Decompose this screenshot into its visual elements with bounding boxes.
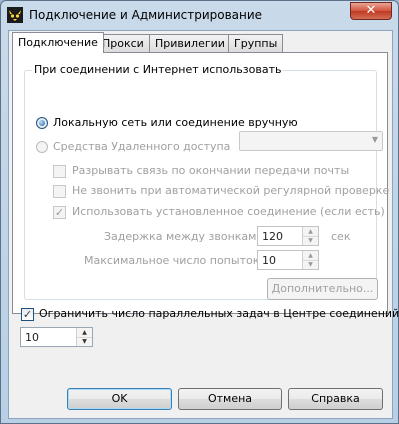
radio-dialup-label[interactable]: Средства Удаленного доступа [53,140,230,153]
radio-lan[interactable] [36,117,48,129]
tab-label: Группы [234,37,278,50]
tab-proxy[interactable]: Прокси [96,34,150,52]
checkmark-icon: ✓ [54,206,65,219]
attempts-stepper[interactable]: 10 ▲ ▼ [257,250,319,270]
group-title: При соединении с Интернет использовать [32,63,284,76]
checkbox-limit-tasks[interactable]: ✓ [21,308,34,321]
dialog-client-area: Подключение Прокси Привилегии Группы При… [8,30,399,419]
tab-groups[interactable]: Группы [228,34,284,52]
dialog-window: Подключение и Администрирование ✕ Подклю… [0,0,399,424]
checkbox-limit-tasks-label[interactable]: Ограничить число параллельных задач в Це… [39,307,399,320]
checkbox-hangup[interactable] [53,165,66,178]
help-button[interactable]: Справка [288,388,383,410]
tab-label: Подключение [18,36,98,49]
delay-label: Задержка между звонками: [104,230,268,243]
stepper-down-icon[interactable]: ▼ [303,236,318,245]
tasks-stepper[interactable]: 10 ▲ ▼ [20,327,93,347]
checkbox-nodial-label[interactable]: Не звонить при автоматической регулярной… [72,184,389,197]
close-button[interactable]: ✕ [350,2,392,20]
connection-tab-panel: При соединении с Интернет использовать Л… [12,52,389,314]
checkbox-hangup-label[interactable]: Разрывать связь по окончании передачи по… [72,164,349,177]
title-bar[interactable]: Подключение и Администрирование ✕ [1,1,398,29]
delay-stepper[interactable]: 120 ▲ ▼ [257,226,319,246]
attempts-label: Максимальное число попыток: [84,254,264,267]
tab-label: Привилегии [155,37,225,50]
delay-value: 120 [262,230,283,243]
tasks-value: 10 [25,331,39,344]
checkbox-existing-label[interactable]: Использовать установленное соединение (е… [72,205,385,218]
stepper-arrows: ▲ ▼ [302,227,318,245]
stepper-arrows: ▲ ▼ [302,251,318,269]
checkmark-icon: ✓ [22,308,33,321]
delay-unit: сек [331,230,351,243]
advanced-button[interactable]: Дополнительно... [267,278,378,300]
stepper-down-icon[interactable]: ▼ [77,337,92,346]
dialup-connection-select[interactable]: ▼ [239,131,383,151]
tab-connection[interactable]: Подключение [12,32,104,53]
close-icon: ✕ [365,3,377,18]
attempts-value: 10 [262,254,276,267]
cat-app-icon [7,7,23,23]
window-title: Подключение и Администрирование [29,8,263,22]
ok-button[interactable]: OK [67,388,172,410]
tab-label: Прокси [102,37,144,50]
checkbox-nodial[interactable] [53,185,66,198]
chevron-down-icon: ▼ [371,135,378,144]
stepper-arrows: ▲ ▼ [76,328,92,346]
checkbox-existing[interactable]: ✓ [53,206,66,219]
radio-lan-label[interactable]: Локальную сеть или соединение вручную [53,116,298,129]
tab-privileges[interactable]: Привилегии [149,34,231,52]
stepper-down-icon[interactable]: ▼ [303,260,318,269]
radio-dialup[interactable] [36,141,48,153]
cancel-button[interactable]: Отмена [178,388,282,410]
